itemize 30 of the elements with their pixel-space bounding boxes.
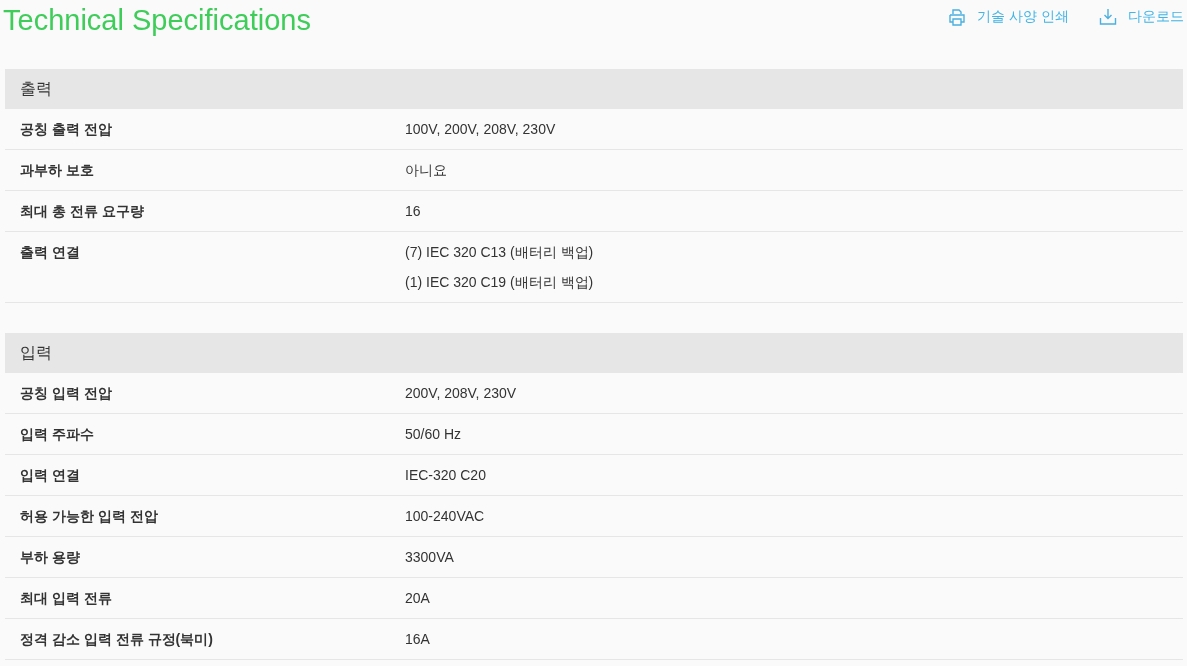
spec-value: IEC-320 C20 [405, 466, 486, 485]
printer-icon [948, 8, 967, 26]
spec-value: 16 [405, 202, 421, 221]
spec-value: 100-240VAC [405, 507, 485, 526]
spec-value: (7) IEC 320 C13 (배터리 백업) [405, 243, 594, 262]
spec-value: 3300VA [405, 548, 454, 567]
spec-label: 입력 연결 [20, 466, 81, 485]
print-link[interactable]: 기술 사양 인쇄 [948, 8, 1069, 26]
spec-label: 허용 가능한 입력 전압 [20, 507, 159, 526]
page-title: Technical Specifications [3, 3, 311, 38]
spec-label: 최대 입력 전류 [20, 589, 113, 608]
spec-value: 200V, 208V, 230V [405, 384, 517, 403]
download-link[interactable]: 다운로드 [1099, 8, 1184, 26]
spec-label: 공칭 출력 전압 [20, 120, 113, 139]
spec-value: (1) IEC 320 C19 (배터리 백업) [405, 273, 594, 292]
spec-label: 입력 주파수 [20, 425, 95, 444]
spec-label: 공칭 입력 전압 [20, 384, 113, 403]
section-heading: 입력 [5, 333, 1183, 373]
spec-value: 50/60 Hz [405, 425, 462, 444]
spec-value: 아니요 [405, 161, 447, 180]
spec-value: 16A [405, 630, 430, 649]
spec-value: 20A [405, 589, 430, 608]
section-heading: 출력 [5, 69, 1183, 109]
spec-label: 과부하 보호 [20, 161, 95, 180]
spec-label: 부하 용량 [20, 548, 81, 567]
download-icon [1099, 8, 1117, 26]
spec-label: 최대 총 전류 요구량 [20, 202, 145, 221]
spec-value: 100V, 200V, 208V, 230V [405, 120, 556, 139]
spec-label: 정격 감소 입력 전류 규정(북미) [20, 630, 214, 649]
spec-label: 출력 연결 [20, 243, 81, 262]
